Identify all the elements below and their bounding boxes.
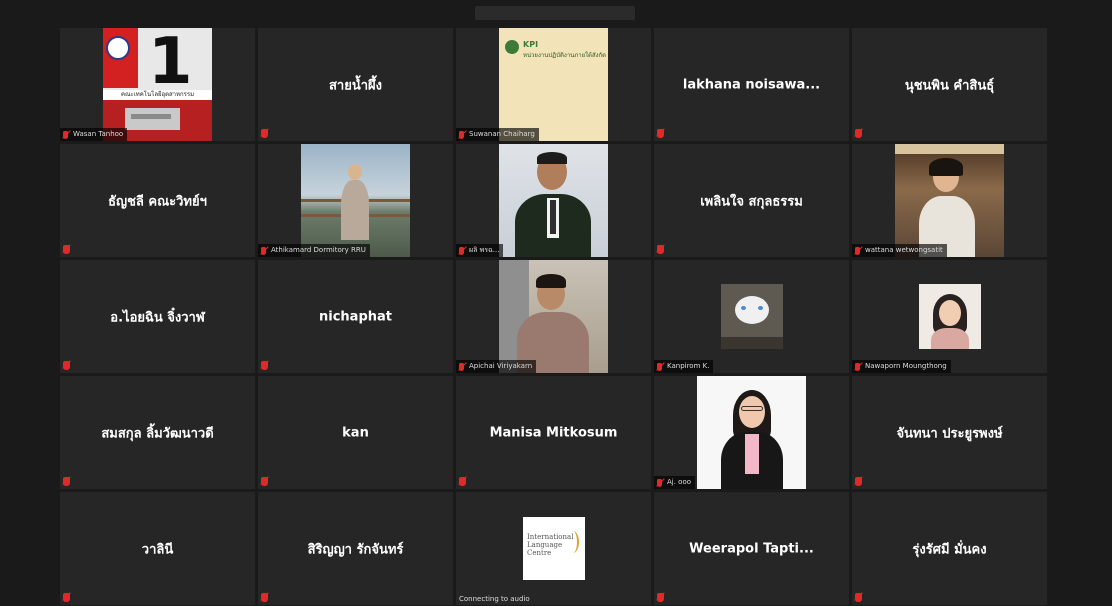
top-control-handle[interactable] [475, 6, 635, 20]
participant-name: kan [342, 425, 369, 440]
participant-tile[interactable]: สายน้ำผึ้ง [258, 28, 453, 141]
participant-name-label: Wasan Tanhoo [60, 128, 128, 141]
muted-mic-icon [63, 361, 70, 370]
connecting-status: Connecting to audio [459, 595, 530, 603]
participant-name: สิริญญา รักจันทร์ [307, 542, 404, 557]
participant-video [499, 260, 608, 373]
participant-name: รุ่งรัศมี มั่นคง [912, 542, 987, 557]
participant-tile[interactable]: เพลินใจ สกุลธรรม [654, 144, 849, 257]
participant-tile[interactable]: Aj. ooo [654, 376, 849, 489]
muted-mic-icon [855, 477, 862, 486]
participant-name: จันทนา ประยูรพงษ์ [896, 426, 1003, 441]
participant-name-label: wattana wetwongsatit [852, 244, 947, 257]
participant-grid: 1 คณะเทคโนโลยีอุตสาหกรรม Wasan Tanhoo สา… [60, 28, 1047, 605]
participant-name: ธัญชลี คณะวิทย์ฯ [108, 194, 207, 209]
participant-name: วาลินี [141, 542, 174, 557]
muted-mic-icon [261, 361, 268, 370]
muted-mic-icon [459, 247, 464, 255]
participant-tile[interactable]: 1 คณะเทคโนโลยีอุตสาหกรรม Wasan Tanhoo [60, 28, 255, 141]
logo-title: KPI [523, 40, 539, 49]
participant-tile[interactable]: จันทนา ประยูรพงษ์ [852, 376, 1047, 489]
muted-mic-icon [855, 247, 860, 255]
image-caption: คณะเทคโนโลยีอุตสาหกรรม [103, 90, 212, 100]
participant-video [721, 284, 783, 349]
participant-name: สมสกุล ลิ้มวัฒนาวดี [101, 426, 214, 441]
muted-mic-icon [657, 593, 664, 602]
participant-name-label: Athikamard Dormitory RRU [258, 244, 370, 257]
muted-mic-icon [657, 129, 664, 138]
participant-tile[interactable]: ธัญชลี คณะวิทย์ฯ [60, 144, 255, 257]
participant-video [895, 144, 1004, 257]
participant-tile[interactable]: อ.ไอยฉิน จิ๋งวาฬ [60, 260, 255, 373]
university-seal-icon [106, 36, 130, 60]
muted-mic-icon [63, 593, 70, 602]
participant-video [499, 144, 608, 257]
muted-mic-icon [657, 479, 662, 487]
participant-tile[interactable]: สมสกุล ลิ้มวัฒนาวดี [60, 376, 255, 489]
participant-name: นุชนพิน คำสินธุ์ [904, 78, 995, 93]
muted-mic-icon [855, 129, 862, 138]
participant-name: อ.ไอยฉิน จิ๋งวาฬ [110, 310, 205, 325]
participant-tile[interactable]: ผลิ พรฉ... [456, 144, 651, 257]
participant-name: สายน้ำผึ้ง [328, 78, 382, 93]
participant-tile[interactable]: International Language Centre Connecting… [456, 492, 651, 605]
participant-video [301, 144, 410, 257]
muted-mic-icon [261, 593, 268, 602]
participant-name-label: Apichai Viriyakarn [456, 360, 537, 373]
muted-mic-icon [657, 363, 662, 371]
swoosh-logo-icon [567, 531, 579, 553]
participant-tile[interactable]: สิริญญา รักจันทร์ [258, 492, 453, 605]
participant-tile[interactable]: Athikamard Dormitory RRU [258, 144, 453, 257]
meeting-gallery-view: 1 คณะเทคโนโลยีอุตสาหกรรม Wasan Tanhoo สา… [0, 0, 1112, 606]
participant-tile[interactable]: nichaphat [258, 260, 453, 373]
participant-video [919, 284, 981, 349]
participant-tile[interactable]: รุ่งรัศมี มั่นคง [852, 492, 1047, 605]
muted-mic-icon [63, 477, 70, 486]
participant-name-label: ผลิ พรฉ... [456, 244, 504, 257]
participant-tile[interactable]: wattana wetwongsatit [852, 144, 1047, 257]
organization-logo-icon [505, 40, 519, 54]
muted-mic-icon [657, 245, 664, 254]
participant-name: เพลินใจ สกุลธรรม [700, 194, 803, 209]
logo-caption: หน่วยงานปฏิบัติงานภายใต้สังกัด [523, 52, 607, 59]
muted-mic-icon [63, 131, 68, 139]
participant-tile[interactable]: kan [258, 376, 453, 489]
participant-tile[interactable]: lakhana noisawa... [654, 28, 849, 141]
participant-image: 1 คณะเทคโนโลยีอุตสาหกรรม [103, 28, 212, 141]
participant-image: International Language Centre [523, 517, 585, 580]
participant-tile[interactable]: KPI หน่วยงานปฏิบัติงานภายใต้สังกัด Suwan… [456, 28, 651, 141]
big-number: 1 [148, 28, 193, 99]
muted-mic-icon [855, 363, 860, 371]
participant-image: KPI หน่วยงานปฏิบัติงานภายใต้สังกัด [499, 28, 608, 141]
participant-tile[interactable]: Nawaporn Moungthong [852, 260, 1047, 373]
participant-name: Weerapol Tapti... [689, 541, 814, 556]
participant-tile[interactable]: Kanpirom K. [654, 260, 849, 373]
muted-mic-icon [459, 131, 464, 139]
muted-mic-icon [459, 363, 464, 371]
muted-mic-icon [261, 129, 268, 138]
participant-name: lakhana noisawa... [682, 77, 821, 92]
participant-tile[interactable]: Weerapol Tapti... [654, 492, 849, 605]
participant-name-label: Kanpirom K. [654, 360, 714, 373]
participant-name-label: Suwanan Chaiharg [456, 128, 539, 141]
muted-mic-icon [459, 477, 466, 486]
participant-name: Manisa Mitkosum [489, 425, 618, 440]
participant-name-label: Aj. ooo [654, 476, 696, 489]
participant-tile[interactable]: วาลินี [60, 492, 255, 605]
participant-name: nichaphat [319, 309, 392, 324]
muted-mic-icon [261, 247, 266, 255]
participant-tile[interactable]: Apichai Viriyakarn [456, 260, 651, 373]
participant-tile[interactable]: นุชนพิน คำสินธุ์ [852, 28, 1047, 141]
muted-mic-icon [63, 245, 70, 254]
muted-mic-icon [261, 477, 268, 486]
muted-mic-icon [855, 593, 862, 602]
participant-video [697, 376, 806, 489]
participant-name-label: Nawaporn Moungthong [852, 360, 951, 373]
participant-tile[interactable]: Manisa Mitkosum [456, 376, 651, 489]
